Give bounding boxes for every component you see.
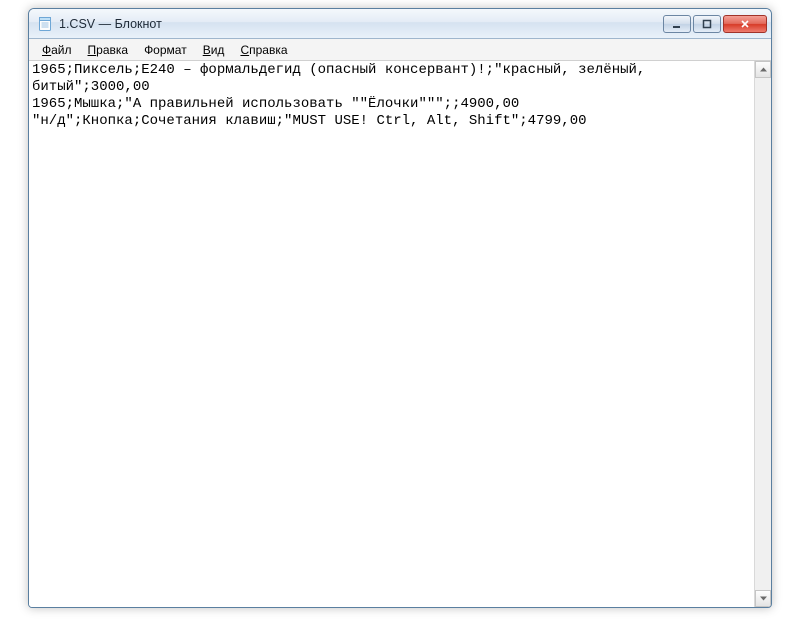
titlebar[interactable]: 1.CSV — Блокнот <box>29 9 771 39</box>
scroll-up-button[interactable] <box>755 61 771 78</box>
menu-file[interactable]: Файл <box>35 41 79 59</box>
content-area: 1965;Пиксель;E240 – формальдегид (опасны… <box>29 61 771 607</box>
window-controls <box>663 15 767 33</box>
menu-edit[interactable]: Правка <box>81 41 136 59</box>
menubar: Файл Правка Формат Вид Справка <box>29 39 771 61</box>
maximize-button[interactable] <box>693 15 721 33</box>
vertical-scrollbar[interactable] <box>754 61 771 607</box>
menu-help[interactable]: Справка <box>233 41 294 59</box>
scroll-track[interactable] <box>755 78 771 590</box>
window-title: 1.CSV — Блокнот <box>59 17 657 31</box>
notepad-window: 1.CSV — Блокнот Файл Правка Формат Вид С… <box>28 8 772 608</box>
scroll-down-button[interactable] <box>755 590 771 607</box>
notepad-icon <box>37 16 53 32</box>
minimize-button[interactable] <box>663 15 691 33</box>
menu-format[interactable]: Формат <box>137 41 194 59</box>
menu-view[interactable]: Вид <box>196 41 232 59</box>
close-button[interactable] <box>723 15 767 33</box>
text-editor[interactable]: 1965;Пиксель;E240 – формальдегид (опасны… <box>29 61 754 607</box>
